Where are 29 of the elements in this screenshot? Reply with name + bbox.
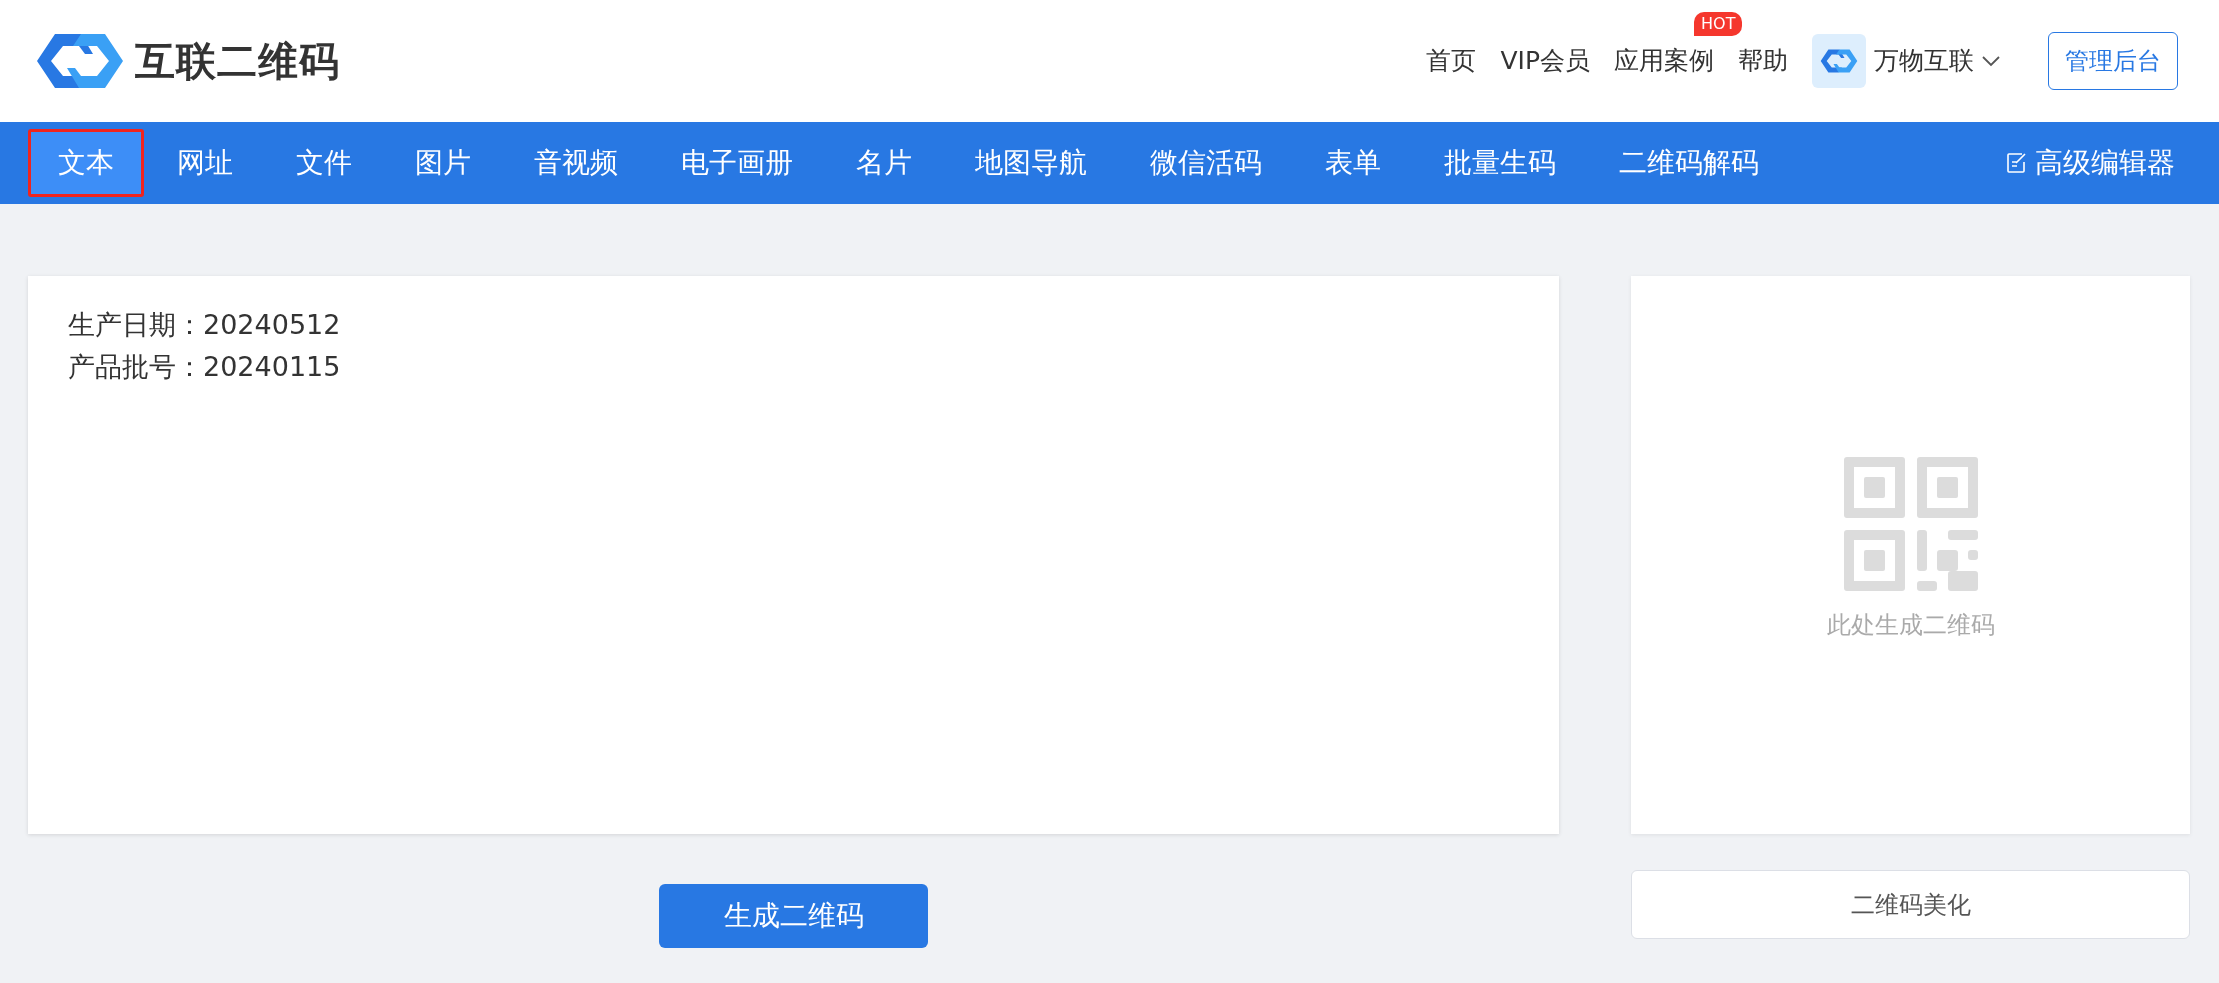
beautify-button[interactable]: 二维码美化	[1631, 870, 2190, 939]
category-tab[interactable]: 网址	[147, 129, 263, 197]
category-tab[interactable]: 图片	[385, 129, 501, 197]
category-tab[interactable]: 音视频	[504, 129, 648, 197]
edit-icon[interactable]	[2007, 153, 2027, 173]
category-tab[interactable]: 批量生码	[1414, 129, 1586, 197]
logo-text: 互联二维码	[135, 37, 340, 86]
nav-link[interactable]: 帮助	[1738, 42, 1788, 80]
advanced-editor-link[interactable]: 高级编辑器	[2035, 142, 2175, 184]
category-tab[interactable]: 电子画册	[651, 129, 823, 197]
chevron-down-icon[interactable]	[1982, 55, 2000, 67]
category-tab[interactable]: 名片	[826, 129, 942, 197]
category-tab[interactable]: 二维码解码	[1589, 129, 1789, 197]
nav-link[interactable]: 应用案例	[1614, 46, 1714, 76]
text-input-field[interactable]: 生产日期：20240512 产品批号：20240115	[28, 276, 1559, 834]
hot-badge: HOT	[1694, 12, 1743, 37]
category-tab[interactable]: 微信活码	[1120, 129, 1292, 197]
account-menu[interactable]: 万物互联	[1874, 42, 1974, 80]
category-tab[interactable]: 地图导航	[945, 129, 1117, 197]
nav-link[interactable]: VIP会员	[1500, 42, 1590, 80]
category-tab[interactable]: 表单	[1295, 129, 1411, 197]
nav-link[interactable]: 首页	[1426, 42, 1477, 80]
category-tab[interactable]: 文本	[28, 129, 144, 197]
admin-button[interactable]: 管理后台	[2048, 32, 2178, 90]
account-logo-icon	[1812, 34, 1866, 88]
preview-hint: 此处生成二维码	[1826, 610, 1995, 641]
qr-code-icon	[1843, 457, 1978, 591]
category-tab[interactable]: 文件	[266, 129, 382, 197]
generate-button[interactable]: 生成二维码	[659, 884, 928, 948]
